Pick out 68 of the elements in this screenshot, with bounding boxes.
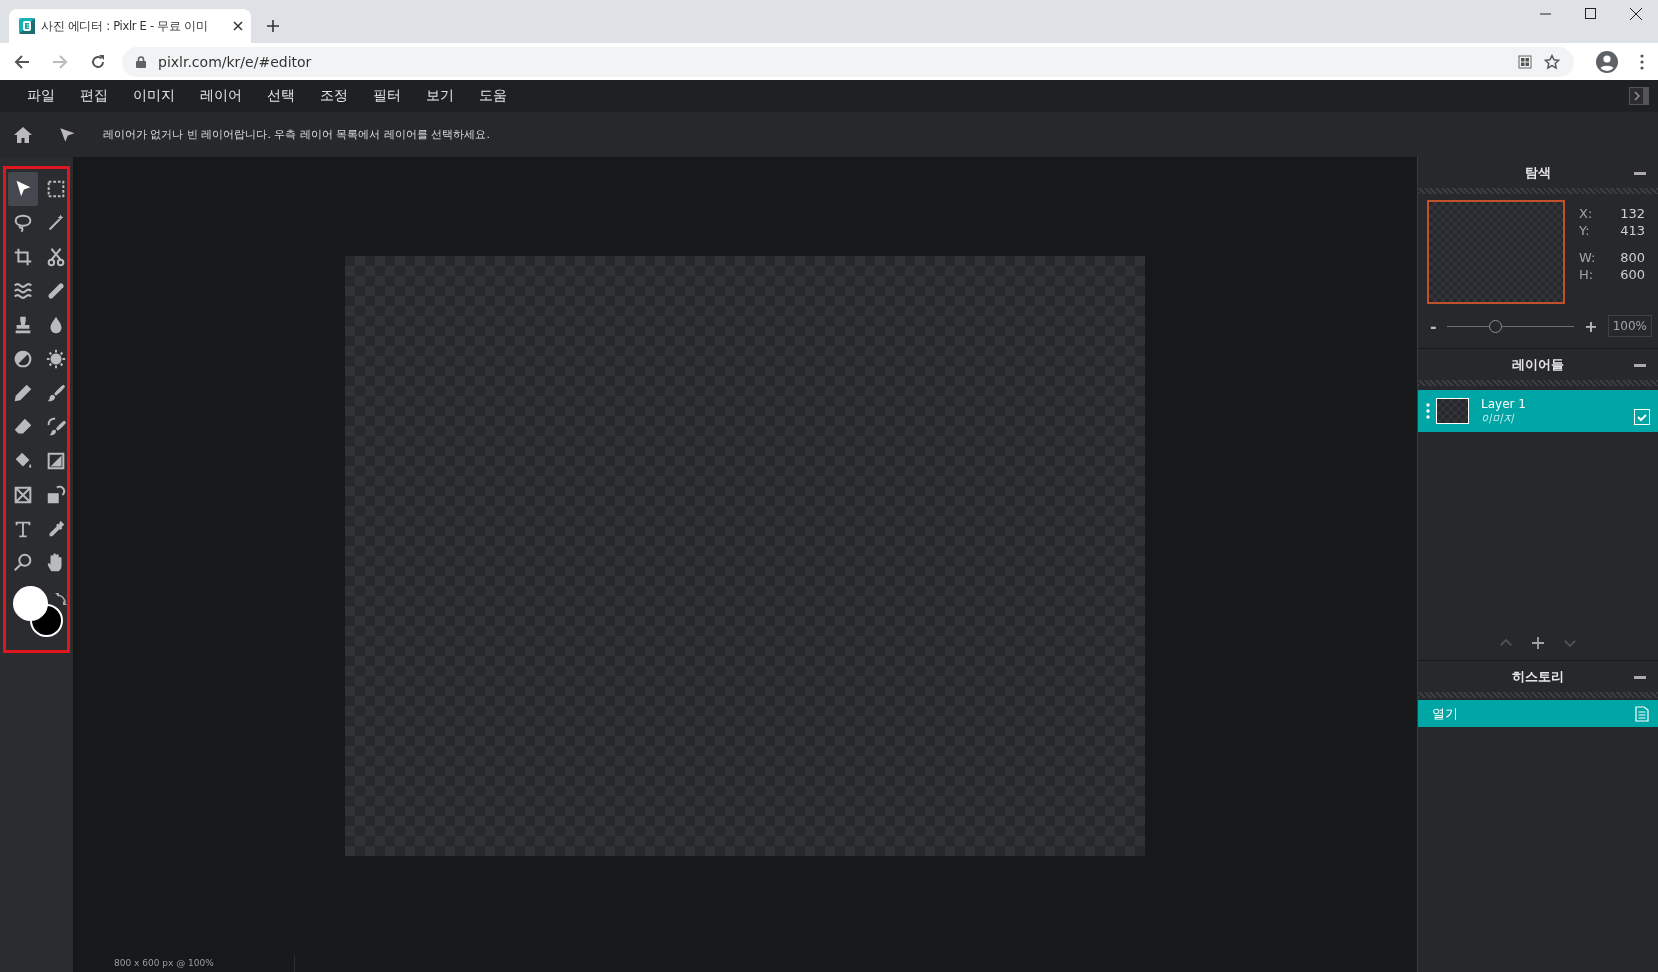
zoom-field[interactable]: 100% bbox=[1607, 315, 1652, 337]
stat-label: X: bbox=[1579, 206, 1593, 221]
more-icon[interactable] bbox=[1640, 53, 1644, 70]
shape-icon bbox=[45, 484, 67, 506]
menu-item[interactable]: 조정 bbox=[320, 84, 360, 108]
foreground-color-swatch[interactable] bbox=[13, 586, 48, 621]
browser-tab[interactable]: 사진 에디터 : Pixlr E - 무료 이미 bbox=[9, 9, 251, 43]
menu-item[interactable]: 파일 bbox=[27, 84, 67, 108]
back-icon[interactable] bbox=[14, 53, 30, 70]
menu-item[interactable]: 보기 bbox=[426, 84, 466, 108]
swap-icon[interactable] bbox=[54, 592, 68, 606]
menu-item[interactable]: 선택 bbox=[267, 84, 307, 108]
close-icon[interactable] bbox=[233, 21, 243, 31]
menu-item[interactable]: 필터 bbox=[373, 84, 413, 108]
menu-item[interactable]: 도움 bbox=[479, 84, 519, 108]
zoom-out-button[interactable]: - bbox=[1430, 316, 1437, 336]
document-icon bbox=[1635, 705, 1649, 722]
star-icon[interactable] bbox=[1544, 53, 1560, 70]
zoom-in-button[interactable]: + bbox=[1584, 316, 1598, 336]
account-icon[interactable] bbox=[1596, 50, 1618, 73]
marquee-icon bbox=[45, 178, 67, 200]
drag-handle-icon[interactable] bbox=[1426, 403, 1430, 419]
panel-toggle-icon[interactable] bbox=[1629, 87, 1649, 105]
tab-title: 사진 에디터 : Pixlr E - 무료 이미 bbox=[41, 18, 209, 34]
sun-icon bbox=[45, 348, 67, 370]
layer-thumbnail bbox=[1436, 398, 1469, 424]
reload-icon[interactable] bbox=[90, 53, 106, 70]
lasso-icon bbox=[12, 212, 34, 234]
stat-label: W: bbox=[1579, 250, 1596, 265]
crop-icon bbox=[12, 246, 34, 268]
magnifier-icon bbox=[12, 552, 34, 574]
scissors-icon bbox=[45, 246, 67, 268]
hint-text: 레이어가 없거나 빈 레이어랍니다. 우측 레이어 목록에서 레이어를 선택하세요. bbox=[103, 127, 490, 142]
maximize-icon[interactable] bbox=[1585, 8, 1596, 19]
stat-label: H: bbox=[1579, 267, 1594, 282]
panel-title: 탐색 bbox=[1525, 163, 1551, 182]
stat-value: 800 bbox=[1620, 250, 1645, 265]
menu-item[interactable]: 편집 bbox=[80, 84, 120, 108]
stat-value: 413 bbox=[1620, 223, 1645, 238]
lock-icon bbox=[136, 55, 146, 68]
panel-title: 히스토리 bbox=[1512, 667, 1564, 686]
stat-label: Y: bbox=[1579, 223, 1590, 238]
grid-icon[interactable] bbox=[1518, 54, 1532, 69]
stat-value: 600 bbox=[1620, 267, 1645, 282]
menu-item[interactable]: 이미지 bbox=[133, 84, 187, 108]
add-icon[interactable] bbox=[1529, 634, 1547, 652]
visibility-checkbox[interactable] bbox=[1634, 409, 1650, 425]
pencil-icon bbox=[12, 382, 34, 404]
close-icon[interactable] bbox=[1630, 8, 1642, 20]
address-bar[interactable]: pixlr.com/kr/e/#editor bbox=[122, 46, 1574, 77]
gradient-icon bbox=[45, 450, 67, 472]
panel-title: 레이어들 bbox=[1512, 355, 1564, 374]
stat-value: 132 bbox=[1620, 206, 1645, 221]
checkmark-icon bbox=[1636, 411, 1648, 423]
waves-icon bbox=[12, 280, 34, 302]
layer-name: Layer 1 bbox=[1481, 396, 1527, 411]
frame-icon bbox=[12, 484, 34, 506]
canvas-size-text: 800 x 600 px @ 100% bbox=[73, 955, 295, 972]
tool-button[interactable] bbox=[8, 172, 38, 206]
app-logo-icon bbox=[19, 18, 35, 34]
brush-icon bbox=[45, 382, 67, 404]
home-icon[interactable] bbox=[13, 125, 33, 144]
url-text: pixlr.com/kr/e/#editor bbox=[158, 53, 312, 70]
brushswap-icon bbox=[45, 416, 67, 438]
layer-type: 이미지 bbox=[1481, 411, 1516, 426]
navigator-preview[interactable] bbox=[1427, 200, 1565, 304]
new-tab-icon[interactable] bbox=[267, 20, 279, 32]
menu-item[interactable]: 레이어 bbox=[200, 84, 254, 108]
